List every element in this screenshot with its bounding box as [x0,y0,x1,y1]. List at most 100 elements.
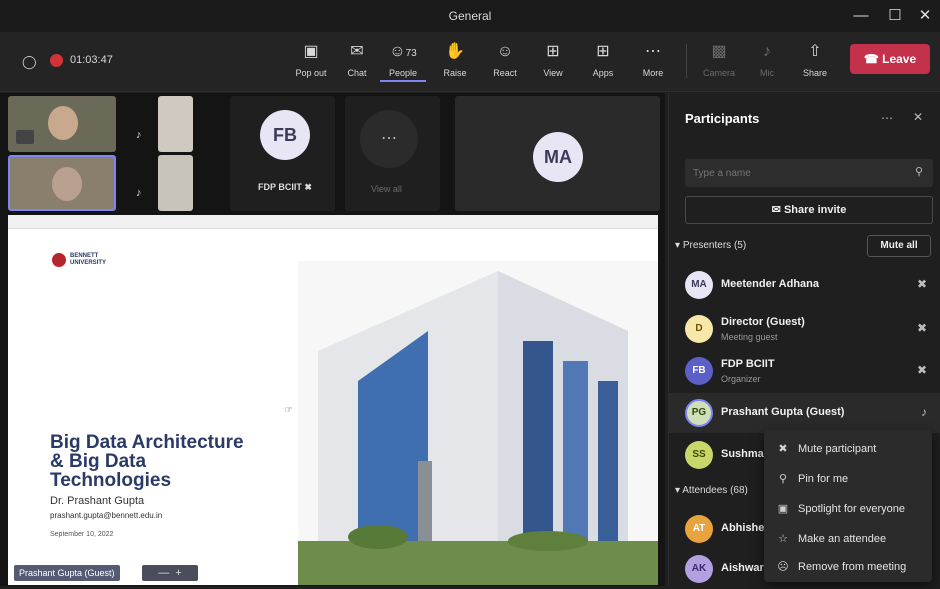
more-options-icon[interactable]: ⋯ [881,111,893,125]
phone-icon: ☎ [863,52,879,66]
mic-off-icon: ✖ [778,443,788,455]
panel-title: Participants [685,111,760,126]
spotlight-item[interactable]: ▣ Spotlight for everyone [764,494,932,524]
camera-button[interactable]: ▩ Camera [696,40,742,78]
slide-author: Dr. Prashant Gupta [50,495,145,507]
apps-icon: ⊞ [596,43,610,60]
participant-tile-ma[interactable]: MA [455,96,660,211]
zoom-controls[interactable]: — + [142,565,198,581]
raise-hand-button[interactable]: ✋ Raise [432,40,478,78]
participant-row[interactable]: MA Meetender Adhana ✖ [669,265,940,305]
search-box[interactable]: ⚲ [685,159,933,187]
mic-off-icon: ✖ [916,277,927,291]
video-tile[interactable] [158,96,193,152]
make-attendee-item[interactable]: ☆ Make an attendee [764,524,932,554]
presenter-label: Prashant Gupta (Guest) [14,565,120,581]
participant-role: Meeting guest [721,332,778,342]
grid-icon: ⊞ [546,43,560,60]
attendees-header[interactable]: ▾ Attendees (68) [675,485,748,496]
presenters-header[interactable]: ▾ Presenters (5) [675,240,746,251]
mic-icon: ♪ [136,187,142,199]
shared-screen[interactable]: BENNETT UNIVERSITY Big Data Architecture… [8,215,658,585]
mic-icon: ♪ [921,405,927,419]
chat-button[interactable]: ✉ Chat [334,40,380,78]
zoom-out-icon[interactable]: — [158,567,169,579]
mute-participant-item[interactable]: ✖ Mute participant [764,434,932,464]
chevron-down-icon: ▾ [675,240,681,251]
meeting-toolbar: ◯ 01:03:47 ▣ Pop out ✉ Chat ☺73 People ✋ Rai… [0,32,940,92]
apps-button[interactable]: ⊞ Apps [580,40,626,78]
video-tile-active[interactable] [8,155,116,211]
popout-button[interactable]: ▣ Pop out [288,40,334,78]
camera-overlay-icon [16,130,34,144]
maximize-button[interactable]: ☐ [884,6,906,26]
participant-row-selected[interactable]: PG Prashant Gupta (Guest) ♪ [669,393,940,433]
participant-name: Sushma [721,448,764,460]
shield-icon: ◯ [22,54,37,69]
participant-name: Prashant Gupta (Guest) [721,406,845,418]
mic-off-icon: ✖ [304,182,312,192]
browser-tab-strip [8,215,658,229]
video-tile[interactable] [158,155,193,211]
zoom-in-icon[interactable]: + [175,567,181,579]
remove-person-icon: ☹ [777,561,789,573]
share-button[interactable]: ⇧ Share [792,40,838,78]
participant-role: Organizer [721,374,761,384]
meeting-timer: 01:03:47 [70,54,113,66]
window-title: General [448,9,492,23]
avatar: D [685,315,713,343]
close-panel-icon[interactable]: ✕ [913,110,923,124]
mute-all-button[interactable]: Mute all [867,235,931,257]
more-button[interactable]: ⋯ More [630,40,676,78]
leave-button[interactable]: ☎ Leave [850,44,930,74]
mic-icon: ♪ [136,129,142,141]
participant-name: Abhishe [721,522,765,534]
people-icon: ☺73 [389,43,417,60]
participant-row[interactable]: D Director (Guest) Meeting guest ✖ [669,309,940,349]
popout-icon: ▣ [303,43,319,60]
attendee-icon: ☆ [778,533,788,545]
more-icon: ⋯ [360,110,418,168]
toolbar-divider [686,44,687,78]
spotlight-icon: ▣ [777,503,789,515]
remove-from-meeting-item[interactable]: ☹ Remove from meeting [764,552,932,582]
participant-name: Aishwar [721,562,764,574]
avatar: PG [685,399,713,427]
close-window-button[interactable]: ✕ [914,6,936,26]
smile-icon: ☺ [496,43,514,60]
mic-off-icon: ✖ [916,321,927,335]
participant-name: Meetender Adhana [721,278,820,290]
pin-for-me-item[interactable]: ⚲ Pin for me [764,464,932,494]
search-input[interactable] [693,164,893,182]
avatar: AK [685,555,713,583]
view-all-label: View all [371,184,402,194]
chat-icon: ✉ [350,43,364,60]
participant-row[interactable]: FB FDP BCIIT Organizer ✖ [669,351,940,391]
slide-email: prashant.gupta@bennett.edu.in [50,511,163,520]
search-icon: ⚲ [914,166,923,178]
mic-off-icon: ✖ [916,363,927,377]
cursor-icon: ☞ [284,405,293,416]
people-button[interactable]: ☺73 People [380,40,426,82]
slide-date: September 10, 2022 [50,531,114,538]
slide-title: Big Data Architecture & Big Data Technol… [50,432,244,491]
title-bar: General — ☐ ✕ [0,0,940,32]
participant-name: Director (Guest) [721,316,805,328]
video-tile[interactable] [8,96,116,152]
chevron-down-icon: ▾ [675,485,681,496]
university-logo [52,253,66,267]
minimize-button[interactable]: — [850,6,872,26]
meeting-stage: ♪ ♪ FB FDP BCIIT ✖ ⋯ View all MA BENNETT… [0,93,665,586]
react-button[interactable]: ☺ React [482,40,528,78]
participant-context-menu: ✖ Mute participant ⚲ Pin for me ▣ Spotlight… [764,430,932,582]
mic-icon: ♪ [763,43,771,60]
share-invite-icon: ✉ [771,204,781,216]
view-all-tile[interactable]: ⋯ View all [345,96,440,211]
view-button[interactable]: ⊞ View [530,40,576,78]
share-invite-button[interactable]: ✉ Share invite [685,196,933,224]
avatar: SS [685,441,713,469]
participant-tile-fb[interactable]: FB FDP BCIIT ✖ [230,96,335,211]
participant-name: FDP BCIIT [258,182,302,192]
mic-button[interactable]: ♪ Mic [744,40,790,78]
more-icon: ⋯ [645,43,661,60]
